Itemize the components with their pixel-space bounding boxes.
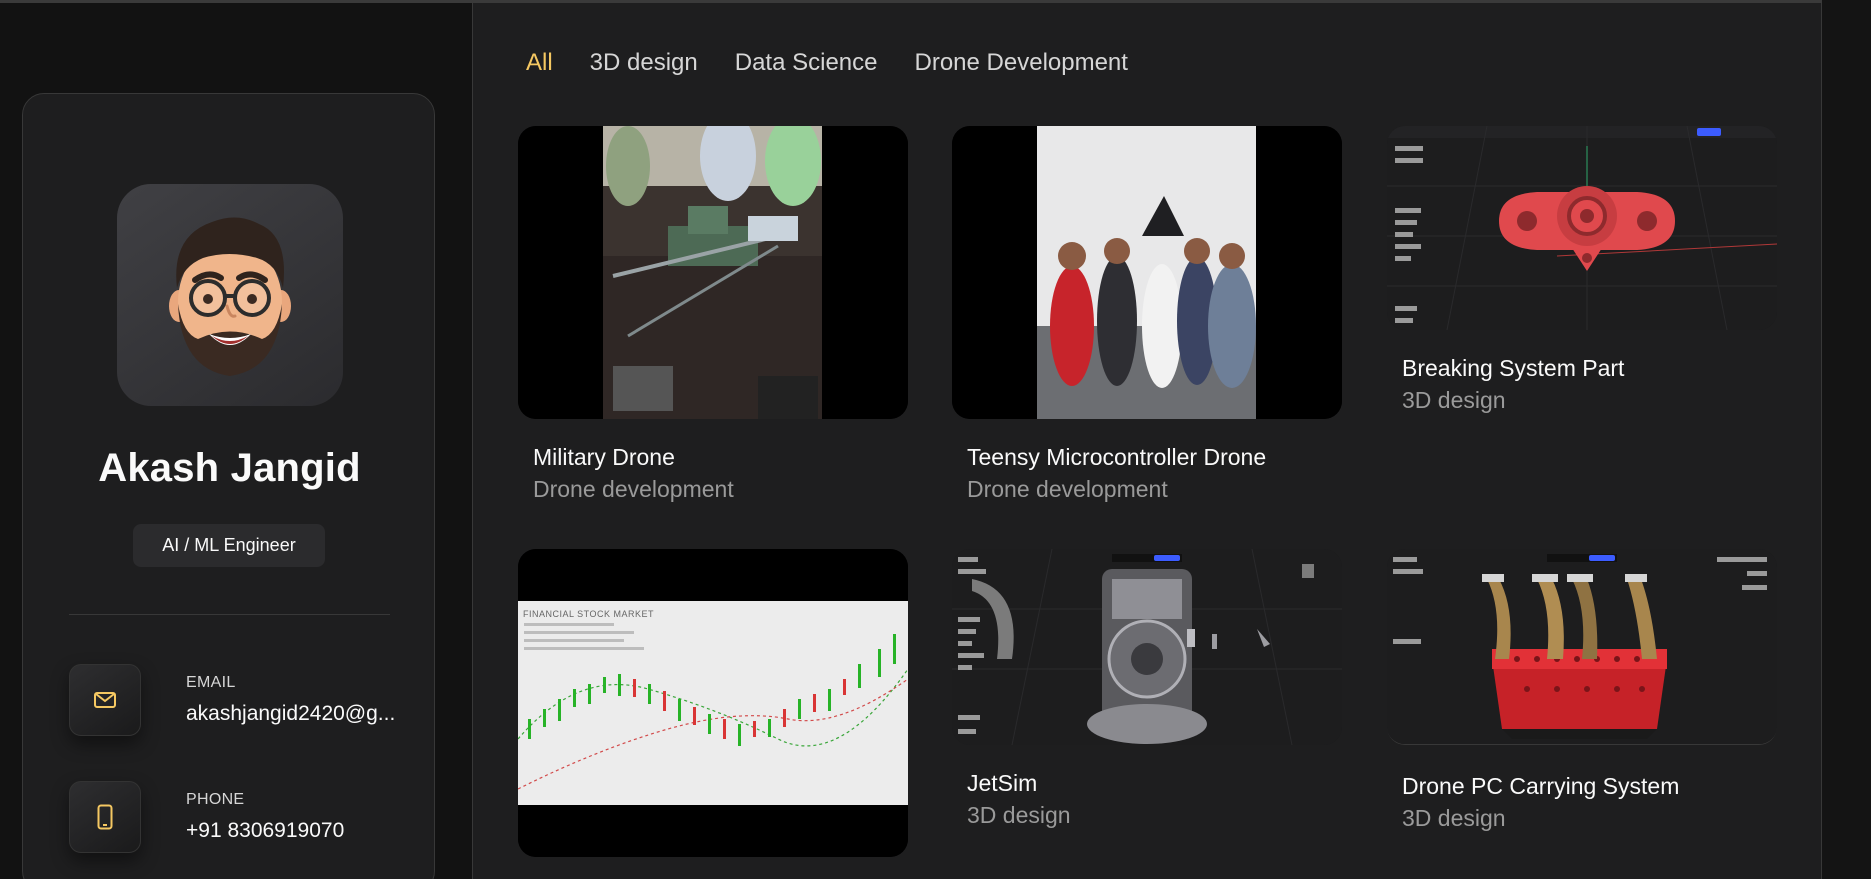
- project-card-teensy-drone[interactable]: Teensy Microcontroller Drone Drone devel…: [952, 126, 1342, 506]
- portfolio-panel: All 3D design Data Science Drone Develop…: [472, 3, 1822, 879]
- phone-icon: [69, 781, 141, 853]
- project-category: 3D design: [967, 802, 1071, 828]
- divider: [69, 614, 390, 615]
- email-link[interactable]: akashjangid2420@g...: [186, 702, 416, 726]
- avatar: [117, 184, 343, 406]
- project-thumbnail: [952, 549, 1342, 745]
- phone-link[interactable]: +91 8306919070: [186, 819, 416, 843]
- project-card-jetsim[interactable]: JetSim 3D design: [952, 549, 1342, 839]
- stock-chart-heading: FINANCIAL STOCK MARKET: [523, 609, 655, 619]
- mail-icon: [69, 664, 141, 736]
- project-card-military-drone[interactable]: Military Drone Drone development: [518, 126, 908, 506]
- project-thumbnail: [1387, 549, 1777, 745]
- project-thumbnail: [518, 126, 908, 419]
- project-category: 3D design: [1402, 805, 1506, 831]
- project-category: Drone development: [533, 476, 734, 502]
- project-thumbnail: FINANCIAL STOCK MARKET: [518, 549, 908, 857]
- project-category: 3D design: [1402, 387, 1506, 413]
- project-category: Drone development: [967, 476, 1168, 502]
- phone-label: PHONE: [186, 791, 245, 808]
- filter-all[interactable]: All: [526, 49, 553, 77]
- filter-drone-development[interactable]: Drone Development: [915, 49, 1128, 77]
- project-thumbnail: [952, 126, 1342, 419]
- profile-sidebar: Akash Jangid AI / ML Engineer EMAIL akas…: [22, 93, 435, 879]
- project-title: Military Drone: [533, 444, 675, 470]
- right-gutter: [1822, 0, 1871, 879]
- contact-email: EMAIL akashjangid2420@g...: [69, 664, 399, 736]
- filter-3d-design[interactable]: 3D design: [590, 49, 698, 77]
- project-card-stock-market[interactable]: FINANCIAL STOCK MARKET: [518, 549, 908, 859]
- email-label: EMAIL: [186, 674, 236, 691]
- project-title: Drone PC Carrying System: [1402, 773, 1680, 799]
- profile-name: Akash Jangid: [98, 446, 361, 490]
- memoji-avatar-icon: [169, 217, 291, 376]
- contact-phone: PHONE +91 8306919070: [69, 781, 399, 853]
- filter-tabs: All 3D design Data Science Drone Develop…: [526, 49, 1165, 77]
- filter-data-science[interactable]: Data Science: [735, 49, 878, 77]
- project-card-drone-pc-carrying-system[interactable]: Drone PC Carrying System 3D design: [1387, 549, 1777, 839]
- project-title: Teensy Microcontroller Drone: [967, 444, 1267, 470]
- project-title: Breaking System Part: [1402, 355, 1625, 381]
- role-badge: AI / ML Engineer: [133, 524, 325, 567]
- project-title: JetSim: [967, 770, 1038, 796]
- project-card-breaking-system-part[interactable]: Breaking System Part 3D design: [1387, 126, 1777, 416]
- project-thumbnail: [1387, 126, 1777, 330]
